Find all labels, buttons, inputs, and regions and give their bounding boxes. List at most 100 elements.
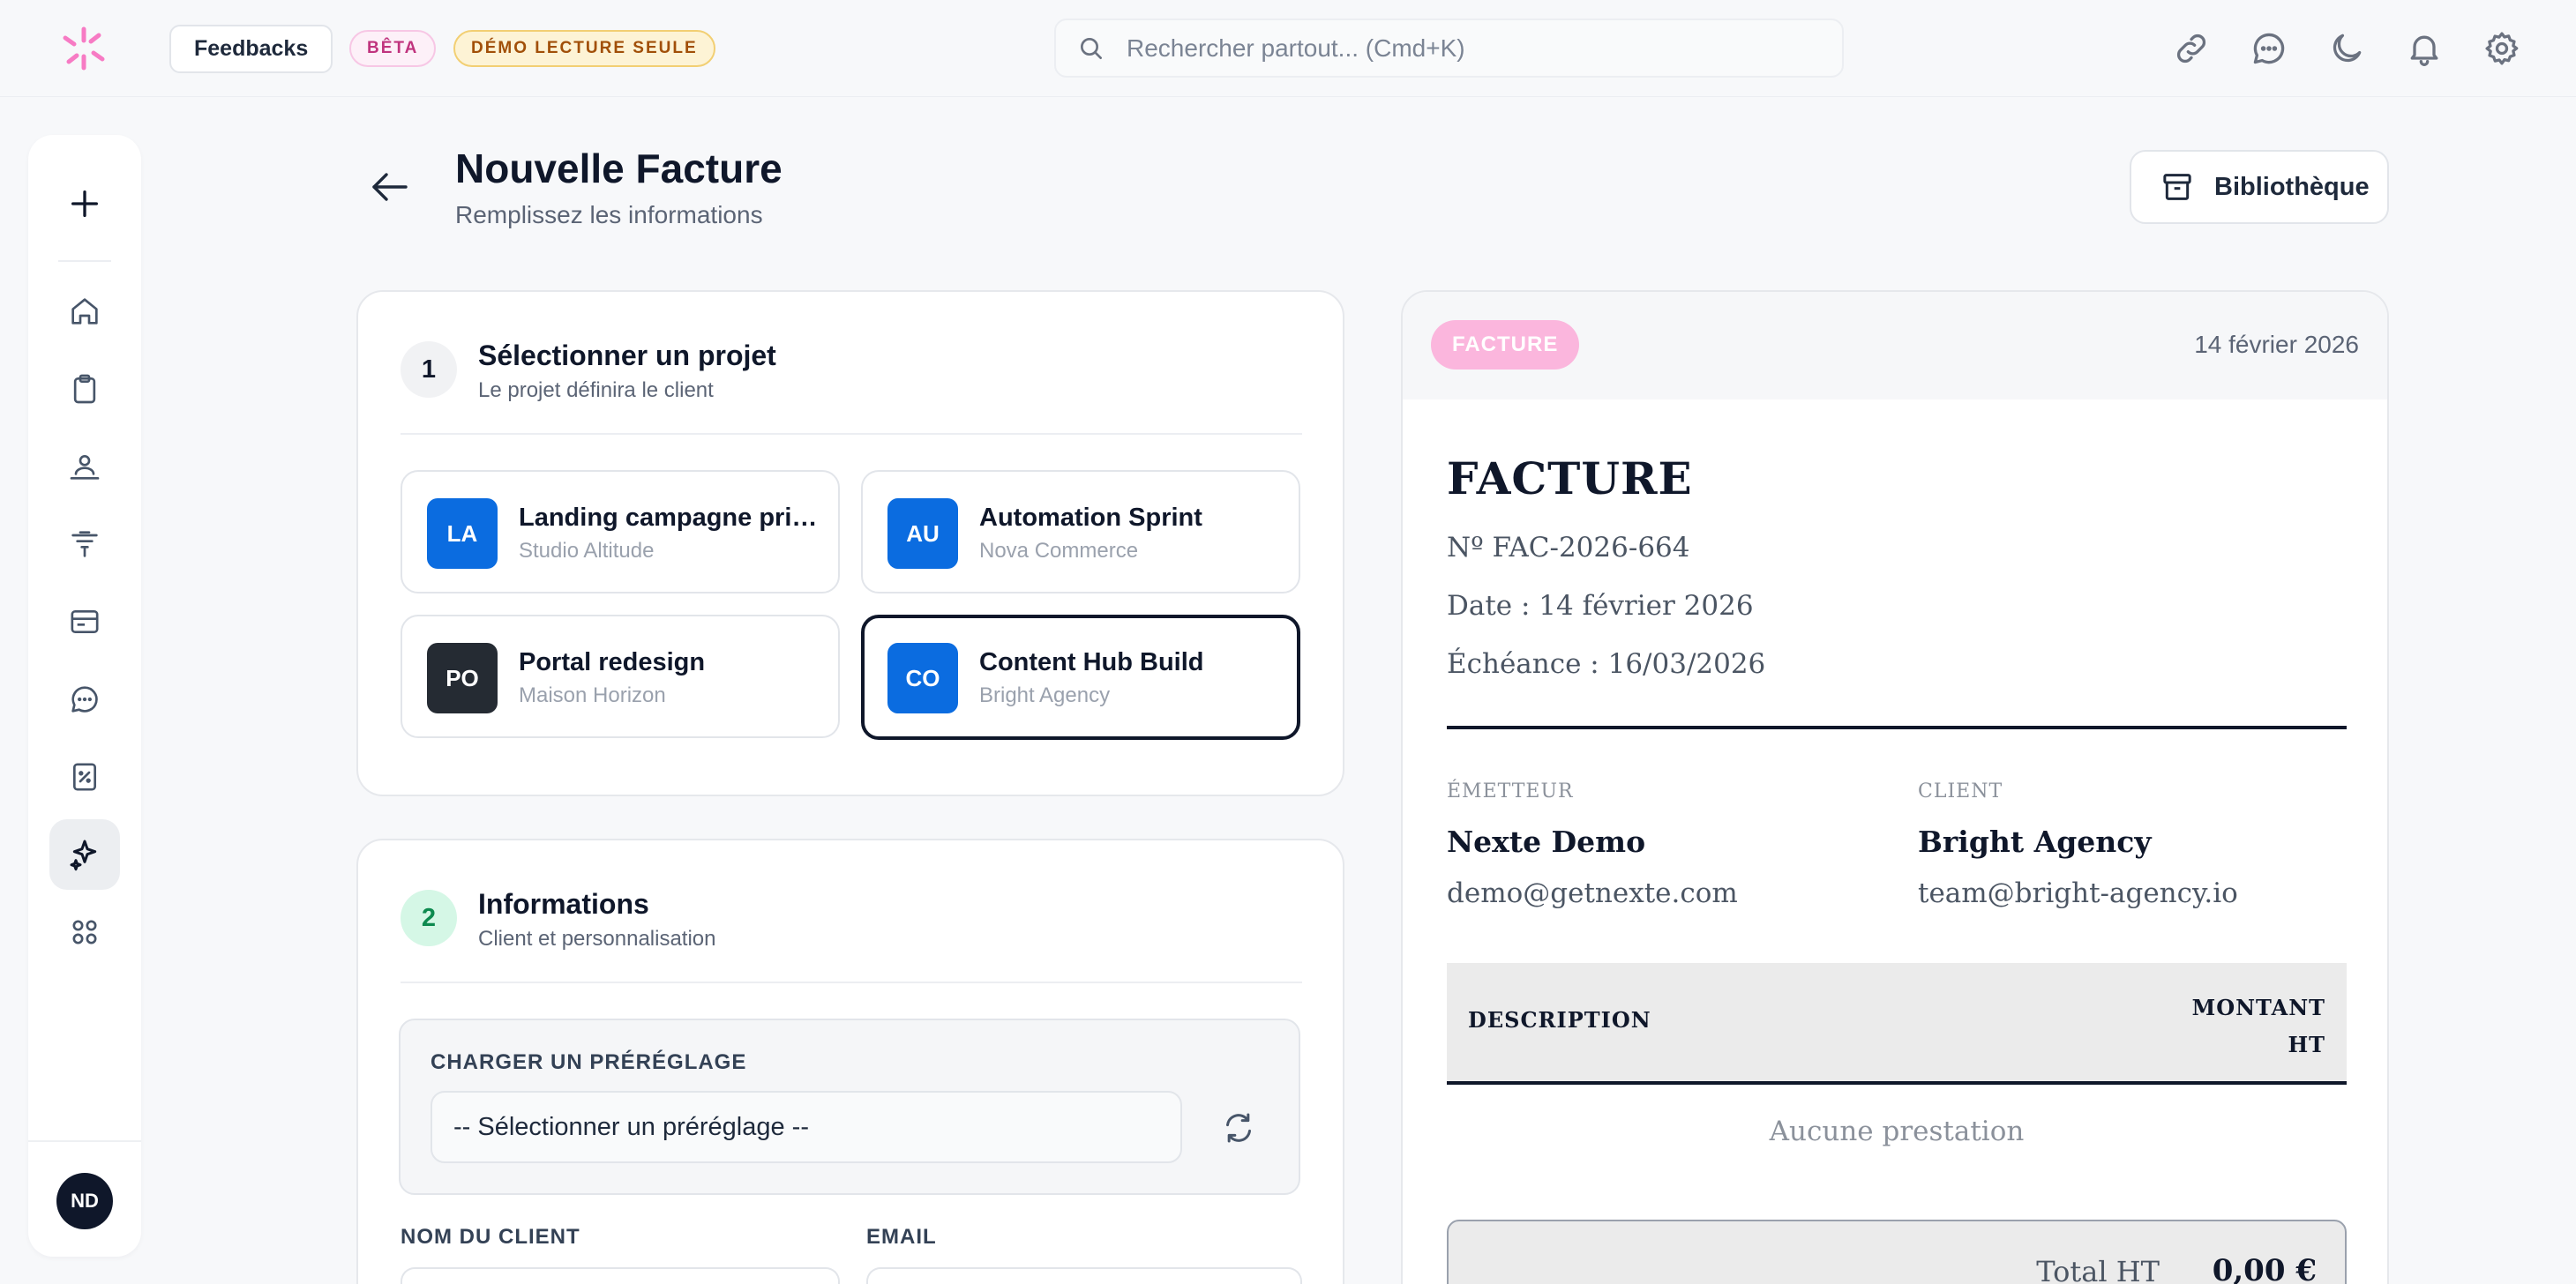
project-card[interactable]: LA Landing campagne printemps Studio Alt… [401,470,840,593]
step-title: Informations [478,888,649,920]
empty-items-message: Aucune prestation [1769,1116,2025,1147]
step-number: 2 [401,890,457,946]
column-amount: MONTANT HT [2191,995,2325,1057]
sidebar-item-invoices[interactable] [49,742,120,812]
top-bar: Feedbacks BÊTA DÉMO LECTURE SEULE Recher… [0,0,2576,97]
table-header-rule [1447,1081,2347,1085]
client-name-label: NOM DU CLIENT [401,1225,580,1249]
card-divider [401,433,1302,435]
column-description: DESCRIPTION [1468,1007,1651,1033]
issuer-email: demo@getnexte.com [1447,877,1738,909]
sidebar-item-clients[interactable] [49,431,120,502]
client-name: Bright Agency [1918,825,2152,859]
clipboard-icon [73,374,96,404]
project-client: Bright Agency [979,683,1111,707]
team-icon [70,455,100,480]
demo-readonly-badge: DÉMO LECTURE SEULE [453,30,715,67]
card-divider [401,982,1302,983]
email-label: EMAIL [866,1225,937,1249]
sidebar-item-apps[interactable] [49,897,120,967]
library-button-label: Bibliothèque [2214,172,2370,201]
search-icon [1077,34,1105,63]
sidebar: ND [28,135,141,1257]
step-title: Sélectionner un projet [478,340,776,371]
beta-badge: BÊTA [349,30,437,67]
project-card-selected[interactable]: CO Content Hub Build Bright Agency [861,615,1300,740]
archive-box-icon [2163,174,2191,200]
refresh-icon[interactable] [1221,1110,1256,1146]
project-client: Maison Horizon [519,683,666,707]
page-subtitle: Remplissez les informations [455,201,763,228]
sidebar-item-ai[interactable] [49,819,120,890]
project-name: Content Hub Build [979,648,1204,676]
invoice-table-header: DESCRIPTION MONTANT HT [1447,963,2347,1083]
document-type-badge: FACTURE [1431,320,1580,370]
totals-box: Total HT 0,00 € [1447,1220,2347,1284]
preset-section: CHARGER UN PRÉRÉGLAGE -- Sélectionner un… [399,1019,1300,1195]
sidebar-divider [28,1140,141,1142]
client-email: team@bright-agency.io [1918,877,2238,909]
project-selection-card: 1 Sélectionner un projet Le projet défin… [356,290,1344,796]
project-initials: LA [427,498,498,569]
project-initials: AU [887,498,958,569]
filter-icon [71,531,98,557]
invoice-title: FACTURE [1447,452,1693,504]
sparkle-icon [70,840,97,871]
project-client: Nova Commerce [979,539,1139,563]
sidebar-item-filters[interactable] [49,509,120,579]
bell-icon[interactable] [2405,29,2444,68]
home-icon [71,298,98,325]
sidebar-item-tasks[interactable] [49,354,120,424]
step-subtitle: Client et personnalisation [478,927,716,951]
issuer-name: Nexte Demo [1447,825,1646,859]
invoice-header-rule [1447,726,2347,729]
library-button[interactable]: Bibliothèque [2130,150,2389,224]
total-value: 0,00 € [2212,1253,2317,1284]
step-number: 1 [401,341,457,398]
project-card[interactable]: AU Automation Sprint Nova Commerce [861,470,1300,593]
gear-icon[interactable] [2482,29,2521,68]
project-name: Landing campagne printemps [519,504,822,532]
nexte-logo-icon[interactable] [60,25,108,72]
moon-icon[interactable] [2327,29,2366,68]
preset-label: CHARGER UN PRÉRÉGLAGE [431,1050,747,1074]
preset-select[interactable]: -- Sélectionner un préréglage -- [431,1091,1182,1163]
receipt-icon [73,763,96,791]
project-initials: PO [427,643,498,713]
project-card[interactable]: PO Portal redesign Maison Horizon [401,615,840,738]
preview-date: 14 février 2026 [2194,331,2359,358]
issuer-label: ÉMETTEUR [1447,780,1574,802]
project-initials: CO [887,643,958,713]
invoice-date: Date : 14 février 2026 [1447,590,1754,622]
project-name: Automation Sprint [979,504,1202,532]
step-subtitle: Le projet définira le client [478,378,714,402]
chat-icon[interactable] [2250,29,2288,68]
sidebar-divider [58,260,111,262]
feedback-button[interactable]: Feedbacks [169,25,333,73]
link-icon[interactable] [2172,29,2211,68]
grid-icon [72,920,97,944]
invoice-preview: FACTURE 14 février 2026 FACTURE Nº FAC-2… [1401,290,2389,1284]
global-search-input[interactable]: Rechercher partout... (Cmd+K) [1054,19,1844,78]
search-placeholder: Rechercher partout... (Cmd+K) [1127,34,1465,62]
email-field[interactable] [866,1267,1302,1284]
sidebar-item-messages[interactable] [49,664,120,735]
total-label: Total HT [2036,1255,2160,1284]
invoice-number: Nº FAC-2026-664 [1447,532,1690,564]
archive-icon [71,610,99,633]
sidebar-item-home[interactable] [49,276,120,347]
project-client: Studio Altitude [519,539,655,563]
invoice-due-date: Échéance : 16/03/2026 [1447,648,1766,680]
back-button[interactable] [365,162,415,212]
preview-header: FACTURE 14 février 2026 [1403,292,2387,399]
sidebar-item-archive[interactable] [49,586,120,657]
page-title: Nouvelle Facture [455,146,783,191]
avatar[interactable]: ND [56,1173,113,1229]
arrow-left-icon [372,173,408,201]
sidebar-item-new[interactable] [49,168,120,239]
chat-icon [71,686,98,713]
project-name: Portal redesign [519,648,706,676]
client-label: CLIENT [1918,780,2003,802]
plus-icon [71,190,99,217]
client-name-field[interactable] [401,1267,840,1284]
